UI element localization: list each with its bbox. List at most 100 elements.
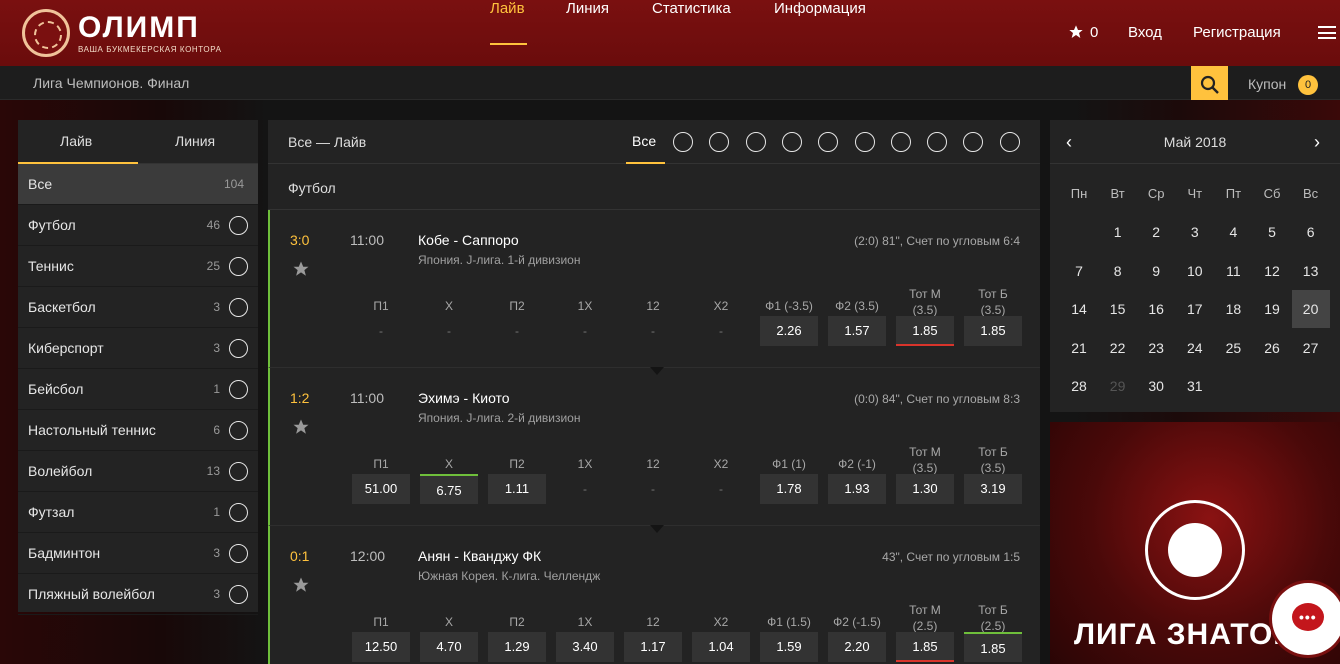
match-row[interactable]: 3:0 11:00 Кобе - Саппоро Япония. J-лига. 1-… [268, 210, 1040, 368]
calendar-day[interactable]: 25 [1214, 329, 1252, 367]
calendar-day[interactable]: 3 [1176, 213, 1214, 251]
calendar-next-icon[interactable]: › [1314, 132, 1320, 153]
gamepad-icon[interactable] [781, 132, 802, 152]
odds-button[interactable]: 4.70 [420, 632, 478, 662]
calendar-day[interactable]: 6 [1292, 213, 1330, 251]
calendar-day[interactable]: 18 [1214, 290, 1252, 328]
beach-volley-icon[interactable] [999, 132, 1020, 152]
odds-button[interactable]: 1.57 [828, 316, 886, 346]
match-teams[interactable]: Кобе - Саппоро [418, 232, 519, 248]
sidebar-item[interactable]: Волейбол 13 [18, 451, 258, 492]
nav-line[interactable]: Линия [566, 0, 609, 17]
register-link[interactable]: Регистрация [1193, 24, 1281, 41]
calendar-day[interactable]: 13 [1292, 252, 1330, 290]
filter-all[interactable]: Все [632, 133, 656, 149]
odds-button[interactable]: 51.00 [352, 474, 410, 504]
nav-information[interactable]: Информация [774, 0, 866, 17]
odds-button[interactable]: 1.59 [760, 632, 818, 662]
odds-button[interactable]: 1.30 [896, 474, 954, 504]
soccer-ball-icon[interactable] [673, 132, 693, 152]
odds-button[interactable]: 2.20 [828, 632, 886, 662]
sidebar-item[interactable]: Баскетбол 3 [18, 287, 258, 328]
calendar-day[interactable]: 20 [1291, 290, 1330, 328]
odds-button[interactable]: 1.11 [488, 474, 546, 504]
calendar-day[interactable]: 21 [1060, 329, 1098, 367]
odds-button[interactable]: 1.85 [896, 632, 954, 662]
calendar-day[interactable]: 10 [1176, 252, 1214, 290]
calendar-day[interactable]: 5 [1253, 213, 1291, 251]
sidebar-item[interactable]: Настольный теннис 6 [18, 410, 258, 451]
calendar-day[interactable]: 19 [1253, 290, 1291, 328]
sidebar-item[interactable]: Футзал 1 [18, 492, 258, 533]
basketball-icon[interactable] [745, 132, 766, 152]
odds-button[interactable]: 3.40 [556, 632, 614, 662]
odds-button[interactable]: 1.78 [760, 474, 818, 504]
calendar-day[interactable]: 14 [1060, 290, 1098, 328]
coupon-label[interactable]: Купон [1248, 76, 1286, 92]
odds-button[interactable]: 1.93 [828, 474, 886, 504]
odds-button[interactable]: 1.17 [624, 632, 682, 662]
match-row[interactable]: 0:1 12:00 Анян - Кванджу ФК Южная Корея. К-… [268, 525, 1040, 664]
calendar-day[interactable]: 4 [1214, 213, 1252, 251]
volleyball-icon[interactable] [890, 132, 911, 152]
odds-button[interactable]: 3.19 [964, 474, 1022, 504]
favorite-star-icon[interactable] [292, 576, 310, 594]
odds-button[interactable]: 1.04 [692, 632, 750, 662]
calendar-day[interactable]: 12 [1253, 252, 1291, 290]
calendar-day[interactable]: 22 [1099, 329, 1137, 367]
calendar-day[interactable]: 29 [1099, 367, 1137, 405]
baseball-bat-icon[interactable] [818, 132, 839, 152]
futsal-player-icon[interactable] [927, 132, 948, 152]
sidebar-item[interactable]: Футбол 46 [18, 205, 258, 246]
calendar-day[interactable]: 17 [1176, 290, 1214, 328]
calendar-day[interactable]: 24 [1176, 329, 1214, 367]
match-teams[interactable]: Анян - Кванджу ФК [418, 548, 541, 564]
odds-button[interactable]: 1.85 [964, 316, 1022, 346]
favorite-star-icon[interactable] [292, 260, 310, 278]
nav-statistics[interactable]: Статистика [652, 0, 731, 17]
sidebar-item[interactable]: Теннис 25 [18, 246, 258, 287]
hamburger-menu-icon[interactable] [1318, 26, 1336, 39]
calendar-day[interactable]: 23 [1137, 329, 1175, 367]
calendar-day[interactable]: 11 [1214, 252, 1252, 290]
nav-live[interactable]: Лайв [490, 0, 525, 17]
sidebar-tab-line[interactable]: Линия [175, 133, 215, 149]
calendar-day[interactable]: 2 [1137, 213, 1175, 251]
calendar-day[interactable]: 31 [1176, 367, 1214, 405]
breadcrumb[interactable]: Лига Чемпионов. Финал [33, 75, 189, 91]
shuttlecock-icon[interactable] [963, 132, 984, 152]
sidebar-item[interactable]: Киберспорт 3 [18, 328, 258, 369]
match-teams[interactable]: Эхимэ - Киото [418, 390, 510, 406]
sidebar-tab-live[interactable]: Лайв [60, 133, 92, 149]
calendar-day[interactable]: 7 [1060, 252, 1098, 290]
match-row[interactable]: 1:2 11:00 Эхимэ - Киото Япония. J-лига. 2-й… [268, 367, 1040, 526]
calendar-day[interactable]: 9 [1137, 252, 1175, 290]
search-button[interactable] [1191, 66, 1228, 104]
calendar-day[interactable]: 28 [1060, 367, 1098, 405]
odds-button[interactable]: 6.75 [420, 474, 478, 504]
sidebar-item[interactable]: Бейсбол 1 [18, 369, 258, 410]
calendar-day[interactable]: 30 [1137, 367, 1175, 405]
odds-button[interactable]: 12.50 [352, 632, 410, 662]
favorites-count[interactable]: 0 [1090, 24, 1098, 41]
ping-pong-icon[interactable] [854, 132, 875, 152]
calendar-day[interactable]: 27 [1292, 329, 1330, 367]
calendar-day[interactable]: 26 [1253, 329, 1291, 367]
sidebar-item[interactable]: Пляжный волейбол 3 [18, 574, 258, 615]
calendar-day[interactable]: 1 [1099, 213, 1137, 251]
tennis-ball-icon[interactable] [709, 132, 730, 152]
odds-button[interactable]: 1.85 [896, 316, 954, 346]
odds-button[interactable]: 1.85 [964, 632, 1022, 662]
calendar-day[interactable]: 16 [1137, 290, 1175, 328]
odds-button[interactable]: 1.29 [488, 632, 546, 662]
login-link[interactable]: Вход [1128, 24, 1162, 41]
sidebar-item[interactable]: Все 104 [18, 164, 258, 205]
calendar-day[interactable]: 8 [1099, 252, 1137, 290]
chat-button[interactable]: ••• [1272, 583, 1340, 655]
calendar-day[interactable]: 15 [1099, 290, 1137, 328]
favorites-star-icon[interactable] [1068, 24, 1084, 40]
sidebar-item[interactable]: Бадминтон 3 [18, 533, 258, 574]
favorite-star-icon[interactable] [292, 418, 310, 436]
olimp-logo[interactable]: ОЛИМП ВАША БУКМЕКЕРСКАЯ КОНТОРА [22, 9, 222, 57]
odds-button[interactable]: 2.26 [760, 316, 818, 346]
